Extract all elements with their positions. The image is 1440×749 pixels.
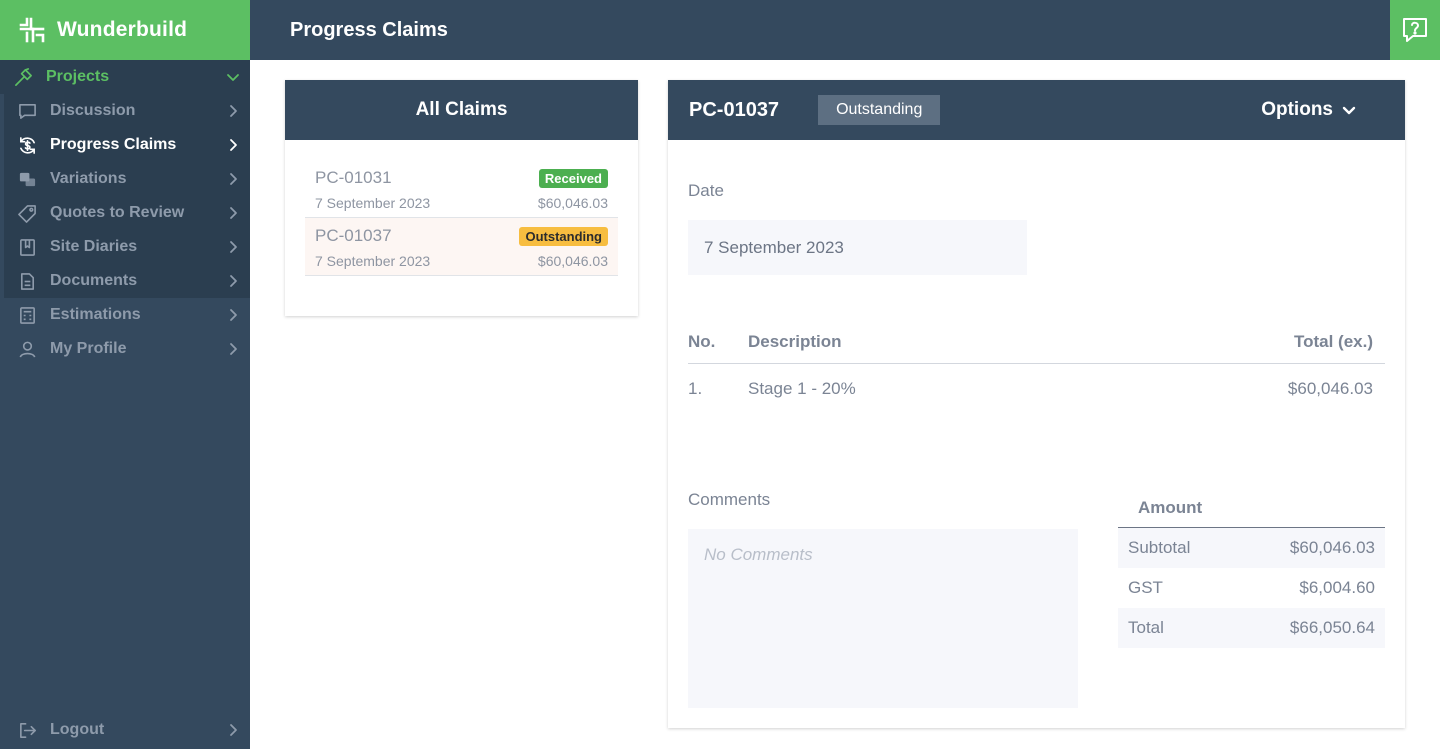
sidebar-item-label: Variations <box>50 170 127 187</box>
chevron-right-icon <box>230 139 237 151</box>
project-submenu: Discussion Progress Claims Variations Qu… <box>4 94 250 298</box>
sidebar-item-label: Progress Claims <box>50 136 177 153</box>
amount-title: Amount <box>1118 488 1385 528</box>
sidebar-item-label: Site Diaries <box>50 238 138 255</box>
sidebar-item-logout[interactable]: Logout <box>4 713 250 747</box>
all-claims-panel: All Claims PC-01031 Received 7 September… <box>285 80 638 316</box>
amount-label: Subtotal <box>1128 538 1191 557</box>
claim-id: PC-01037 <box>315 226 392 245</box>
main-menu: Estimations My Profile <box>0 298 250 366</box>
claim-row-pc-01037[interactable]: PC-01037 Outstanding 7 September 2023 $6… <box>305 218 618 276</box>
chevron-down-icon <box>227 74 239 81</box>
chevron-right-icon <box>230 309 237 321</box>
sidebar-item-discussion[interactable]: Discussion <box>4 94 250 128</box>
top-header: Progress Claims <box>250 0 1440 60</box>
chevron-right-icon <box>230 173 237 185</box>
options-dropdown-button[interactable]: Options <box>1261 80 1357 140</box>
sidebar-item-site-diaries[interactable]: Site Diaries <box>4 230 250 264</box>
comments-label: Comments <box>688 490 771 509</box>
sidebar-item-estimations[interactable]: Estimations <box>4 298 250 332</box>
sidebar-item-progress-claims[interactable]: Progress Claims <box>4 128 250 162</box>
column-header-no: No. <box>688 331 716 351</box>
date-label: Date <box>688 181 724 200</box>
chevron-right-icon <box>230 105 237 117</box>
chevron-right-icon <box>230 241 237 253</box>
claim-date: 7 September 2023 <box>315 253 431 269</box>
status-badge: Received <box>538 168 608 188</box>
sidebar-item-variations[interactable]: Variations <box>4 162 250 196</box>
line-item-no: 1. <box>688 379 703 398</box>
table-row: 1. Stage 1 - 20% $60,046.03 <box>688 364 1385 414</box>
sidebar-item-documents[interactable]: Documents <box>4 264 250 298</box>
amount-value: $6,004.60 <box>1299 578 1375 597</box>
brand[interactable]: Wunderbuild <box>0 0 250 60</box>
amount-summary: Amount Subtotal $60,046.03 GST $6,004.60… <box>1118 488 1385 648</box>
brand-name: Wunderbuild <box>57 18 188 41</box>
chevron-right-icon <box>230 724 237 736</box>
hammer-icon <box>13 67 33 87</box>
options-label: Options <box>1261 99 1333 120</box>
comments-field[interactable]: No Comments <box>688 529 1078 708</box>
sidebar: Wunderbuild Projects Discussion Progress… <box>0 0 250 749</box>
chevron-down-icon <box>1342 106 1356 115</box>
page-title: Progress Claims <box>290 18 448 41</box>
sidebar-item-label: Documents <box>50 272 138 289</box>
variations-icon <box>17 169 37 189</box>
claim-detail-header: PC-01037 Outstanding Options <box>668 80 1405 140</box>
claim-row-pc-01031[interactable]: PC-01031 Received 7 September 2023 $60,0… <box>305 160 618 218</box>
claim-id: PC-01031 <box>315 168 392 187</box>
book-icon <box>17 237 37 257</box>
claim-status-pill: Outstanding <box>818 95 941 125</box>
chevron-right-icon <box>230 207 237 219</box>
amount-row-subtotal: Subtotal $60,046.03 <box>1118 528 1385 568</box>
claim-amount: $60,046.03 <box>537 195 608 211</box>
claim-amount: $60,046.03 <box>537 253 608 269</box>
sidebar-item-label: Logout <box>50 721 105 738</box>
user-icon <box>17 339 37 359</box>
sidebar-item-my-profile[interactable]: My Profile <box>4 332 250 366</box>
amount-row-gst: GST $6,004.60 <box>1118 568 1385 608</box>
chevron-right-icon <box>230 275 237 287</box>
amount-label: GST <box>1128 578 1163 597</box>
amount-value: $66,050.64 <box>1289 618 1375 637</box>
column-header-description: Description <box>748 331 842 351</box>
chevron-right-icon <box>230 343 237 355</box>
claims-list: PC-01031 Received 7 September 2023 $60,0… <box>285 140 638 276</box>
chat-bubble-icon <box>17 101 37 121</box>
line-items-header: No. Description Total (ex.) <box>688 320 1385 364</box>
help-button[interactable] <box>1390 0 1440 60</box>
all-claims-title: All Claims <box>285 80 638 140</box>
help-question-icon <box>1403 18 1427 42</box>
claim-detail-panel: PC-01037 Outstanding Options Date 7 Sept… <box>668 80 1405 728</box>
date-field[interactable]: 7 September 2023 <box>688 220 1027 275</box>
dollar-cycle-icon <box>17 135 37 155</box>
sidebar-item-label: Quotes to Review <box>50 204 185 221</box>
status-badge: Outstanding <box>519 226 608 246</box>
line-item-description: Stage 1 - 20% <box>748 379 856 398</box>
sidebar-item-quotes-to-review[interactable]: Quotes to Review <box>4 196 250 230</box>
tag-icon <box>17 203 37 223</box>
claim-detail-id: PC-01037 <box>689 98 780 121</box>
sidebar-item-label: Projects <box>46 68 110 85</box>
amount-value: $60,046.03 <box>1289 538 1375 557</box>
line-items-table: No. Description Total (ex.) 1. Stage 1 -… <box>688 320 1385 414</box>
wunderbuild-logo-icon <box>19 17 45 43</box>
amount-row-total: Total $66,050.64 <box>1118 608 1385 648</box>
column-header-total: Total (ex.) <box>1293 331 1373 351</box>
document-icon <box>17 271 37 291</box>
sidebar-item-projects[interactable]: Projects <box>0 60 250 94</box>
sidebar-item-label: Estimations <box>50 306 141 323</box>
claim-date: 7 September 2023 <box>315 195 431 211</box>
logout-icon <box>17 720 37 740</box>
sidebar-item-label: Discussion <box>50 102 136 119</box>
line-item-total: $60,046.03 <box>1287 379 1373 398</box>
amount-label: Total <box>1128 618 1164 637</box>
sidebar-item-label: My Profile <box>50 340 127 357</box>
calculator-icon <box>17 305 37 325</box>
